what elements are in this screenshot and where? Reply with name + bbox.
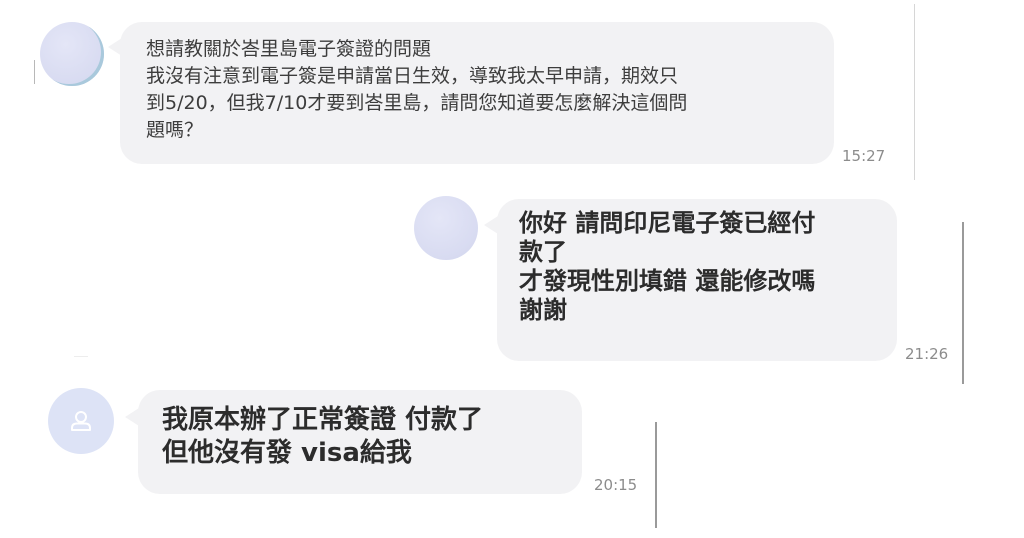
avatar[interactable] — [414, 196, 478, 260]
message-timestamp: 15:27 — [842, 147, 886, 165]
user-outline-icon — [71, 411, 91, 431]
message-text: 想請教關於峇里島電子簽證的問題 我沒有注意到電子簽是申請當日生效，導致我太早申請… — [146, 38, 688, 141]
default-avatar[interactable] — [48, 388, 114, 454]
message-timestamp: 21:26 — [905, 345, 949, 363]
message-bubble[interactable]: 你好 請問印尼電子簽已經付 款了 才發現性別填錯 還能修改嗎 謝謝 — [497, 199, 897, 361]
message-bubble[interactable]: 想請教關於峇里島電子簽證的問題 我沒有注意到電子簽是申請當日生效，導致我太早申請… — [120, 22, 834, 164]
divider — [74, 356, 88, 357]
scrollbar-track — [914, 4, 915, 180]
scrollbar[interactable] — [655, 422, 657, 528]
message-text: 你好 請問印尼電子簽已經付 款了 才發現性別填錯 還能修改嗎 謝謝 — [519, 209, 816, 324]
divider — [34, 60, 35, 84]
bubble-tail — [125, 408, 139, 426]
bubble-tail — [484, 216, 498, 234]
avatar[interactable] — [40, 22, 104, 86]
message-text: 我原本辦了正常簽證 付款了 但他沒有發 visa給我 — [162, 405, 484, 468]
message-bubble[interactable]: 我原本辦了正常簽證 付款了 但他沒有發 visa給我 — [138, 390, 582, 494]
message-timestamp: 20:15 — [594, 476, 638, 494]
scrollbar[interactable] — [962, 222, 964, 384]
